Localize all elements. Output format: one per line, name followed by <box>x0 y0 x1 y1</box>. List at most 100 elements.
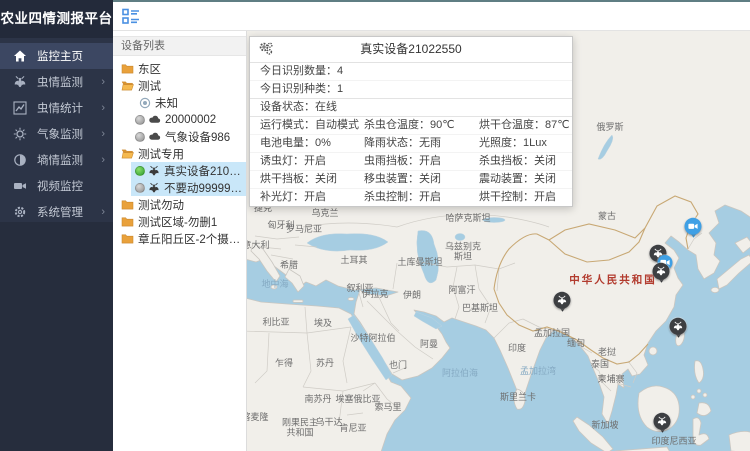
tree-folder[interactable]: 东区 <box>113 60 246 77</box>
cloud-device-icon <box>148 131 161 142</box>
target-device-icon <box>139 97 151 109</box>
app-title: 农业四情测报平台 <box>0 0 113 38</box>
popup-status-cell: 运行模式：自动模式 <box>250 117 364 134</box>
chevron-right-icon: › <box>101 155 105 166</box>
tree-folder[interactable]: 测试勿动 <box>113 196 246 213</box>
popup-status-cell: 电池电量：0% <box>250 135 364 152</box>
popup-status-cell: 杀虫控制：开启 <box>364 189 479 206</box>
device-marker-insect[interactable] <box>653 263 670 280</box>
status-dot-online <box>135 166 145 176</box>
tree-device[interactable]: 气象设备986 <box>113 128 246 145</box>
sidebar-item-label: 墒情监测 <box>37 152 83 168</box>
sidebar-item-label: 气象监测 <box>37 126 83 142</box>
tree-folder[interactable]: 测试区域-勿删1 <box>113 213 246 230</box>
popup-status-cell: 降雨状态：无雨 <box>364 135 479 152</box>
device-marker-camera[interactable] <box>685 218 702 235</box>
sidebar-menu: 监控主页虫情监测 › 虫情统计 › 气象监测 › 墒情监测 › 视频监控系统管理 › <box>0 38 113 225</box>
status-dot-offline <box>135 132 145 142</box>
popup-header: 真实设备21022550 <box>250 37 572 63</box>
device-tree: 东区测试未知 20000002 气象设备986测试专用真实设备21022550不要动… <box>113 56 246 247</box>
status-dot-offline <box>135 115 145 125</box>
chevron-right-icon: › <box>101 77 105 88</box>
popup-status-cell: 杀虫仓温度：90℃ <box>364 117 479 134</box>
bug-icon <box>13 75 27 89</box>
popup-status-cell: 光照度：1Lux <box>479 135 572 152</box>
tree-folder[interactable]: 测试专用 <box>113 145 246 162</box>
device-list-title: 设备列表 <box>113 36 246 56</box>
tree-item-label: 测试专用 <box>138 146 184 162</box>
bug-device-icon <box>148 165 160 177</box>
bug-device-icon <box>148 182 160 194</box>
app-root: 农业四情测报平台 监控主页虫情监测 › 虫情统计 › 气象监测 › 墒情监测 › 视频监控系统管… <box>0 0 750 451</box>
sidebar: 农业四情测报平台 监控主页虫情监测 › 虫情统计 › 气象监测 › 墒情监测 › 视频监控系统管… <box>0 0 113 451</box>
sidebar-item-label: 监控主页 <box>37 48 83 64</box>
chevron-right-icon: › <box>101 103 105 114</box>
tree-device[interactable]: 未知 <box>113 94 246 111</box>
popup-status-cell: 烘干挡板：关闭 <box>250 171 364 188</box>
insect-pin-icon <box>654 413 671 430</box>
popup-summary-row: 今日识别数量：4 <box>250 63 572 81</box>
folder-closed-icon <box>121 216 134 227</box>
popup-summary-row: 设备状态：在线 <box>250 99 572 117</box>
sidebar-item-label: 虫情统计 <box>37 100 83 116</box>
tree-folder[interactable]: 测试 <box>113 77 246 94</box>
popup-status-cell: 杀虫挡板：关闭 <box>479 153 572 170</box>
tree-item-label: 测试勿动 <box>138 197 184 213</box>
device-marker-insect[interactable] <box>554 292 571 309</box>
folder-open-icon <box>121 148 134 159</box>
popup-status-row: 运行模式：自动模式杀虫仓温度：90℃烘干仓温度：87℃ <box>250 117 572 135</box>
weather-icon <box>13 127 27 141</box>
sidebar-item-insect-monitor[interactable]: 虫情监测 › <box>0 69 113 95</box>
topbar <box>113 0 750 31</box>
tree-item-label: 20000002 <box>165 114 216 126</box>
status-dot-offline <box>135 183 145 193</box>
sidebar-item-soil-monitor[interactable]: 墒情监测 › <box>0 147 113 173</box>
sidebar-item-label: 虫情监测 <box>37 74 83 90</box>
chevron-right-icon: › <box>101 207 105 218</box>
tree-item-label: 测试区域-勿删1 <box>138 214 217 230</box>
device-marker-insect[interactable] <box>670 318 687 335</box>
popup-status-cell: 烘干仓温度：87℃ <box>479 117 572 134</box>
camera-pin-icon <box>685 218 702 235</box>
popup-summary-row: 今日识别种类：1 <box>250 81 572 99</box>
settings-gears-icon[interactable] <box>258 41 274 57</box>
insect-pin-icon <box>670 318 687 335</box>
sidebar-item-monitor-home[interactable]: 监控主页 <box>0 43 113 69</box>
popup-status-cell: 震动装置：关闭 <box>479 171 572 188</box>
chevron-right-icon: › <box>101 129 105 140</box>
popup-status-cell: 移虫装置：关闭 <box>364 171 479 188</box>
insect-pin-icon <box>554 292 571 309</box>
sidebar-item-label: 系统管理 <box>37 204 83 220</box>
tree-device[interactable]: 真实设备21022550 <box>113 162 246 179</box>
sidebar-item-insect-stats[interactable]: 虫情统计 › <box>0 95 113 121</box>
folder-closed-icon <box>121 199 134 210</box>
popup-body: 今日识别数量：4今日识别种类：1设备状态：在线运行模式：自动模式杀虫仓温度：90… <box>250 63 572 206</box>
sidebar-item-video-monitor[interactable]: 视频监控 <box>0 173 113 199</box>
map-canvas[interactable]: 俄罗斯蒙古中华人民共和国捷克乌克兰匈牙利罗马尼亚意大利希腊土耳其地中海叙利亚伊拉… <box>247 31 750 451</box>
sidebar-item-system-manage[interactable]: 系统管理 › <box>0 199 113 225</box>
sidebar-item-label: 视频监控 <box>37 178 83 194</box>
popup-status-row: 诱虫灯：开启虫雨挡板：开启杀虫挡板：关闭 <box>250 153 572 171</box>
tree-item-label: 不要动99999999 <box>164 180 246 196</box>
popup-status-cell: 烘干控制：开启 <box>479 189 572 206</box>
tree-item-label: 真实设备21022550 <box>164 163 246 179</box>
folder-closed-icon <box>121 233 134 244</box>
video-icon <box>13 179 27 193</box>
tree-toggle-icon[interactable] <box>122 8 141 25</box>
sidebar-item-weather-monitor[interactable]: 气象监测 › <box>0 121 113 147</box>
tree-device[interactable]: 不要动99999999 <box>113 179 246 196</box>
gear-icon <box>13 205 27 219</box>
tree-item-label: 章丘阳丘区-2个摄像头 <box>138 231 246 247</box>
device-marker-insect[interactable] <box>654 413 671 430</box>
tree-item-label: 气象设备986 <box>165 129 230 145</box>
popup-status-cell: 虫雨挡板：开启 <box>364 153 479 170</box>
cloud-device-icon <box>148 114 161 125</box>
insect-pin-icon <box>653 263 670 280</box>
popup-status-row: 补光灯：开启杀虫控制：开启烘干控制：开启 <box>250 189 572 206</box>
tree-device[interactable]: 20000002 <box>113 111 246 128</box>
tree-folder[interactable]: 章丘阳丘区-2个摄像头 <box>113 230 246 247</box>
device-panel: 设备列表 东区测试未知 20000002 气象设备986测试专用真实设备210225… <box>113 31 247 451</box>
moisture-icon <box>13 153 27 167</box>
home-icon <box>13 49 27 63</box>
popup-status-cell: 补光灯：开启 <box>250 189 364 206</box>
